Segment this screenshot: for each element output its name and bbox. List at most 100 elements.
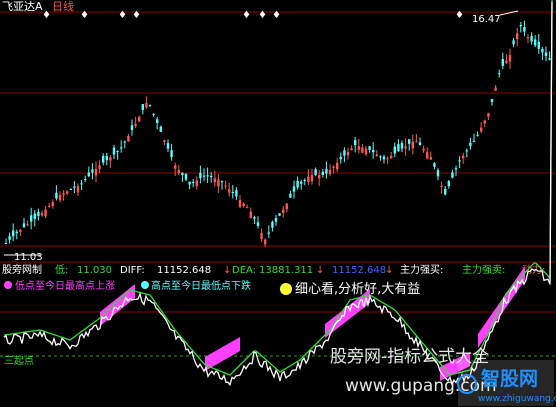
candle-body	[73, 186, 76, 188]
low-label: 低:	[55, 263, 68, 276]
candle-body	[382, 156, 386, 160]
candle-body	[440, 185, 443, 187]
candle-body	[177, 170, 180, 174]
candle-body	[465, 150, 468, 152]
signal-marker: ♦	[42, 10, 51, 21]
signal-marker: ♦	[272, 10, 281, 21]
candle-body	[397, 144, 400, 152]
candle-body	[199, 172, 202, 179]
legend-item-rise: 低点至今日最高点上涨	[15, 279, 115, 292]
candle-body	[426, 152, 429, 159]
magenta-band	[478, 266, 525, 348]
candle-body	[112, 147, 116, 155]
dea-value: 13881.311	[259, 265, 313, 276]
candle-body	[400, 142, 404, 149]
candle-body	[134, 123, 137, 127]
magenta-band	[205, 337, 240, 371]
candle-body	[48, 205, 51, 207]
candle-body	[512, 40, 515, 45]
legend-item-fall: 高点至今日最低点下跌	[151, 279, 251, 292]
candle-body	[145, 103, 148, 108]
candle-body	[332, 166, 335, 168]
candle-body	[210, 175, 213, 178]
dea-label: DEA:	[232, 265, 256, 276]
candle-body	[314, 169, 317, 175]
candle-body	[84, 179, 87, 181]
signal-marker: ♦	[258, 10, 267, 21]
candle-body	[152, 113, 155, 115]
candle-body	[346, 152, 350, 156]
candle-body	[220, 181, 224, 183]
candle-body	[120, 147, 123, 149]
candle-body	[364, 148, 368, 155]
legend-cyan-dot	[141, 281, 149, 289]
candle-body	[246, 207, 249, 209]
candle-body	[256, 222, 260, 226]
candlestick-series	[4, 20, 551, 248]
candle-body	[264, 239, 267, 245]
chart-canvas[interactable]: ♦ ♦ ♦ ♦ ♦ ♦ ♦ ♦ 16.47 11.03 飞亚达A 日线 股旁网制 低: 11.…	[0, 0, 556, 407]
low-price-marker: 11.03	[4, 252, 43, 263]
candle-body	[91, 169, 94, 173]
green-signal-line	[3, 0, 553, 376]
main-sell-label: 主力强卖:	[462, 263, 505, 276]
candle-body	[98, 165, 101, 169]
candle-body	[188, 181, 191, 185]
candle-body	[472, 140, 476, 142]
candle-body	[429, 157, 432, 160]
candle-body	[537, 41, 540, 49]
candle-body	[411, 141, 414, 149]
candle-body	[447, 181, 450, 187]
candle-body	[274, 218, 278, 222]
candle-body	[163, 140, 166, 143]
candle-body	[278, 213, 281, 216]
candle-body	[30, 215, 33, 222]
candle-body	[37, 211, 40, 217]
candle-body	[433, 163, 436, 167]
white-signal-line	[3, 1, 553, 387]
candle-body	[408, 139, 411, 144]
candle-body	[94, 169, 98, 176]
candle-body	[530, 35, 533, 42]
candle-body	[76, 186, 80, 193]
candle-body	[249, 211, 252, 219]
indicator-name: 股旁网制	[2, 263, 42, 276]
candle-body	[12, 230, 15, 237]
candle-body	[339, 156, 342, 160]
candle-body	[526, 37, 530, 39]
candle-body	[22, 223, 26, 227]
candle-body	[393, 146, 396, 154]
candle-body	[321, 171, 324, 175]
candle-body	[476, 134, 479, 136]
candle-body	[436, 170, 440, 177]
candle-body	[33, 213, 36, 219]
candle-body	[138, 116, 141, 122]
candle-body	[181, 172, 184, 175]
candle-body	[307, 176, 310, 183]
candle-body	[105, 155, 108, 160]
candle-body	[166, 143, 170, 149]
candle-body	[454, 168, 458, 170]
candle-body	[44, 209, 47, 217]
candle-body	[498, 73, 501, 75]
candle-body	[40, 213, 44, 216]
slogan-text: 细心看,分析好,大有益	[295, 281, 420, 297]
candle-body	[253, 217, 256, 219]
dea-arrow: ↓	[316, 265, 324, 276]
candle-body	[184, 173, 188, 180]
candle-body	[390, 155, 393, 159]
candle-body	[66, 191, 69, 194]
candle-body	[159, 126, 162, 132]
indicator-legend: 低点至今日最高点上涨 高点至今日最低点下跌 细心看,分析好,大有益	[4, 279, 420, 297]
candle-body	[444, 188, 447, 195]
low-price-label: 11.03	[14, 252, 43, 263]
candle-body	[303, 180, 306, 182]
candle-body	[285, 203, 288, 210]
candle-body	[523, 26, 526, 32]
candle-body	[156, 119, 159, 123]
diff-arrow: ↓	[223, 265, 231, 276]
candle-body	[375, 154, 378, 157]
candle-body	[343, 150, 346, 156]
candle-body	[296, 180, 299, 188]
signal-marker: ♦	[118, 10, 127, 21]
